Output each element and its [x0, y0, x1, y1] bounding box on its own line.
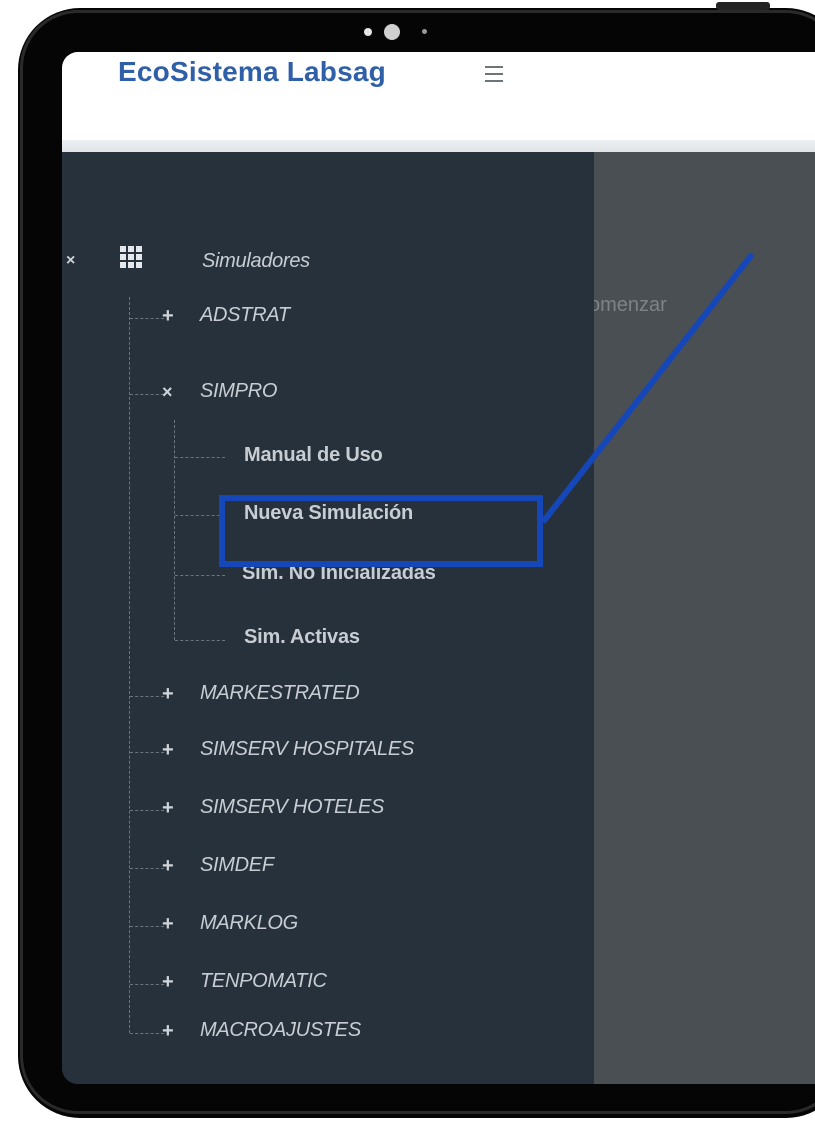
tree-branch-line [130, 318, 164, 319]
camera-lens [384, 24, 400, 40]
subtree-branch-line [175, 457, 225, 458]
grid-icon [120, 246, 142, 268]
menu-item-simserv-hospitales[interactable]: SIMSERV HOSPITALES [200, 738, 414, 761]
subtree-line [174, 420, 175, 640]
expand-plus-icon[interactable]: + [162, 971, 174, 994]
tree-branch-line [130, 696, 164, 697]
expand-plus-icon[interactable]: + [162, 855, 174, 878]
menu-item-simpro[interactable]: SIMPRO [200, 380, 277, 403]
menu-item-simdef[interactable]: SIMDEF [200, 854, 274, 877]
navbar-shadow [62, 140, 815, 152]
subtree-branch-line [175, 515, 225, 516]
tree-branch-line [130, 752, 164, 753]
sidebar: × Simuladores + ADSTRAT × SIMPRO Manual … [62, 152, 594, 1084]
menu-item-adstrat[interactable]: ADSTRAT [200, 304, 290, 327]
expand-plus-icon[interactable]: + [162, 683, 174, 706]
tree-branch-line [130, 868, 164, 869]
tree-branch-line [130, 926, 164, 927]
expand-plus-icon[interactable]: + [162, 739, 174, 762]
subtree-branch-line [175, 575, 225, 576]
tree-branch-line [130, 394, 164, 395]
close-icon[interactable]: × [66, 252, 75, 270]
subtree-branch-line [175, 640, 225, 641]
expand-plus-icon[interactable]: + [162, 1020, 174, 1043]
highlight-box [219, 495, 543, 567]
menu-item-marklog[interactable]: MARKLOG [200, 912, 298, 935]
camera-dot-right [422, 29, 427, 34]
menu-item-macroajustes[interactable]: MACROAJUSTES [200, 1019, 361, 1042]
menu-item-markestrated[interactable]: MARKESTRATED [200, 682, 360, 705]
tree-branch-line [130, 810, 164, 811]
expand-plus-icon[interactable]: + [162, 913, 174, 936]
top-navbar: EcoSistema Labsag [62, 52, 815, 141]
menu-item-tenpomatic[interactable]: TENPOMATIC [200, 970, 327, 993]
tree-branch-line [130, 1033, 164, 1034]
expand-plus-icon[interactable]: + [162, 797, 174, 820]
app-screen: EcoSistema Labsag comenzar × Simuladores… [62, 52, 815, 1084]
expand-plus-icon[interactable]: + [162, 305, 174, 328]
menu-root-simuladores[interactable]: Simuladores [202, 250, 310, 273]
app-title[interactable]: EcoSistema Labsag [118, 56, 386, 88]
tablet-side-button [716, 2, 770, 10]
tree-trunk-line [129, 297, 130, 1033]
submenu-sim-activas[interactable]: Sim. Activas [244, 626, 360, 649]
menu-item-simserv-hoteles[interactable]: SIMSERV HOTELES [200, 796, 384, 819]
collapse-x-icon[interactable]: × [162, 382, 173, 403]
tree-branch-line [130, 984, 164, 985]
submenu-manual-de-uso[interactable]: Manual de Uso [244, 444, 383, 467]
main-content [594, 152, 815, 1084]
camera-dot-left [364, 28, 372, 36]
hamburger-icon[interactable] [485, 66, 503, 82]
